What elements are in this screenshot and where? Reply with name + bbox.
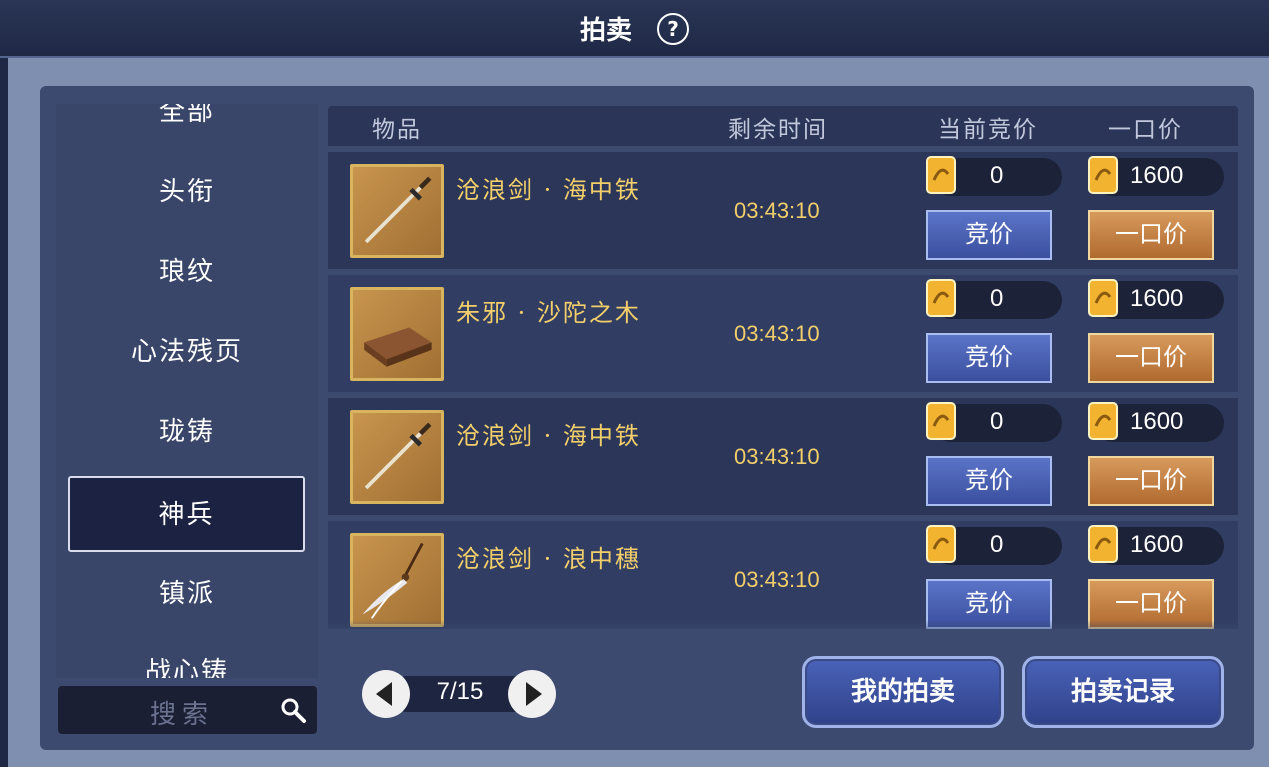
table-row[interactable]: 沧浪剑 · 海中铁 03:43:10 0 1600 竞价 一口价 bbox=[328, 398, 1238, 515]
table-row[interactable]: 沧浪剑 · 浪中穗 03:43:10 0 1600 竞价 一口价 bbox=[328, 521, 1238, 629]
buyout-price-value: 1600 bbox=[1130, 408, 1184, 435]
category-heart-scroll[interactable]: 心法残页 bbox=[56, 322, 318, 382]
buyout-button[interactable]: 一口价 bbox=[1088, 210, 1214, 260]
table-row[interactable]: 沧浪剑 · 海中铁 03:43:10 0 1600 竞价 一口价 bbox=[328, 152, 1238, 269]
gold-ticket-icon bbox=[1088, 402, 1118, 440]
table-header: 物品 剩余时间 当前竞价 一口价 bbox=[328, 106, 1238, 146]
item-name: 沧浪剑 · 海中铁 bbox=[456, 422, 641, 450]
buyout-button[interactable]: 一口价 bbox=[1088, 456, 1214, 506]
wood-icon[interactable] bbox=[350, 287, 444, 381]
column-time: 剩余时间 bbox=[728, 117, 828, 143]
search-field[interactable]: 搜索 bbox=[58, 686, 317, 734]
current-bid-value: 0 bbox=[990, 285, 1004, 312]
category-pattern[interactable]: 琅纹 bbox=[56, 242, 318, 302]
my-auction-button[interactable]: 我的拍卖 bbox=[802, 656, 1004, 728]
item-name: 沧浪剑 · 浪中穗 bbox=[456, 545, 641, 573]
category-forge[interactable]: 珑铸 bbox=[56, 402, 318, 462]
gold-ticket-icon bbox=[926, 525, 956, 563]
category-war-heart[interactable]: 战心铸 bbox=[56, 642, 318, 678]
title-wrap: 拍卖 ? bbox=[0, 10, 1269, 47]
current-bid-box: 0 bbox=[926, 156, 1062, 196]
gold-ticket-icon bbox=[926, 402, 956, 440]
sword-icon[interactable] bbox=[350, 410, 444, 504]
time-remaining: 03:43:10 bbox=[734, 444, 820, 469]
buyout-price-value: 1600 bbox=[1130, 162, 1184, 189]
help-icon[interactable]: ? bbox=[657, 12, 690, 45]
search-icon[interactable] bbox=[279, 696, 307, 724]
buyout-price-box: 1600 bbox=[1088, 279, 1224, 319]
search-input[interactable]: 搜索 bbox=[150, 694, 214, 731]
item-name: 沧浪剑 · 海中铁 bbox=[456, 176, 641, 204]
triangle-left-icon bbox=[376, 682, 392, 706]
category-divine-weapon[interactable]: 神兵 bbox=[68, 476, 305, 552]
next-page-button[interactable] bbox=[508, 670, 556, 718]
buyout-price-value: 1600 bbox=[1130, 285, 1184, 312]
bid-button[interactable]: 竞价 bbox=[926, 210, 1052, 260]
table-row[interactable]: 朱邪 · 沙陀之木 03:43:10 0 1600 竞价 一口价 bbox=[328, 275, 1238, 392]
current-bid-value: 0 bbox=[990, 162, 1004, 189]
title-bar: 拍卖 ? bbox=[0, 0, 1269, 58]
sword-icon[interactable] bbox=[350, 164, 444, 258]
buyout-price-value: 1600 bbox=[1130, 531, 1184, 558]
auction-record-button[interactable]: 拍卖记录 bbox=[1022, 656, 1224, 728]
page-title: 拍卖 bbox=[579, 16, 632, 46]
category-sidebar[interactable]: 全部 头衔 琅纹 心法残页 珑铸 神兵 镇派 战心铸 bbox=[56, 104, 318, 678]
bid-button[interactable]: 竞价 bbox=[926, 333, 1052, 383]
column-buyout: 一口价 bbox=[1108, 117, 1183, 143]
category-all[interactable]: 全部 bbox=[56, 104, 318, 142]
buyout-price-box: 1600 bbox=[1088, 156, 1224, 196]
gold-ticket-icon bbox=[926, 279, 956, 317]
category-title[interactable]: 头衔 bbox=[56, 162, 318, 222]
bid-button[interactable]: 竞价 bbox=[926, 456, 1052, 506]
current-bid-box: 0 bbox=[926, 279, 1062, 319]
current-bid-box: 0 bbox=[926, 525, 1062, 565]
item-name: 朱邪 · 沙陀之木 bbox=[456, 299, 641, 327]
time-remaining: 03:43:10 bbox=[734, 567, 820, 592]
page-indicator: 7/15 bbox=[436, 678, 484, 705]
list-fade bbox=[328, 620, 1238, 640]
time-remaining: 03:43:10 bbox=[734, 198, 820, 223]
current-bid-box: 0 bbox=[926, 402, 1062, 442]
gold-ticket-icon bbox=[1088, 279, 1118, 317]
category-sect[interactable]: 镇派 bbox=[56, 564, 318, 624]
time-remaining: 03:43:10 bbox=[734, 321, 820, 346]
gold-ticket-icon bbox=[1088, 156, 1118, 194]
column-bid: 当前竞价 bbox=[938, 117, 1038, 143]
buyout-button[interactable]: 一口价 bbox=[1088, 333, 1214, 383]
gold-ticket-icon bbox=[926, 156, 956, 194]
gold-ticket-icon bbox=[1088, 525, 1118, 563]
buyout-price-box: 1600 bbox=[1088, 402, 1224, 442]
tassel-icon[interactable] bbox=[350, 533, 444, 627]
current-bid-value: 0 bbox=[990, 408, 1004, 435]
left-edge bbox=[0, 58, 8, 767]
prev-page-button[interactable] bbox=[362, 670, 410, 718]
triangle-right-icon bbox=[526, 682, 542, 706]
buyout-price-box: 1600 bbox=[1088, 525, 1224, 565]
column-item: 物品 bbox=[372, 117, 422, 143]
current-bid-value: 0 bbox=[990, 531, 1004, 558]
